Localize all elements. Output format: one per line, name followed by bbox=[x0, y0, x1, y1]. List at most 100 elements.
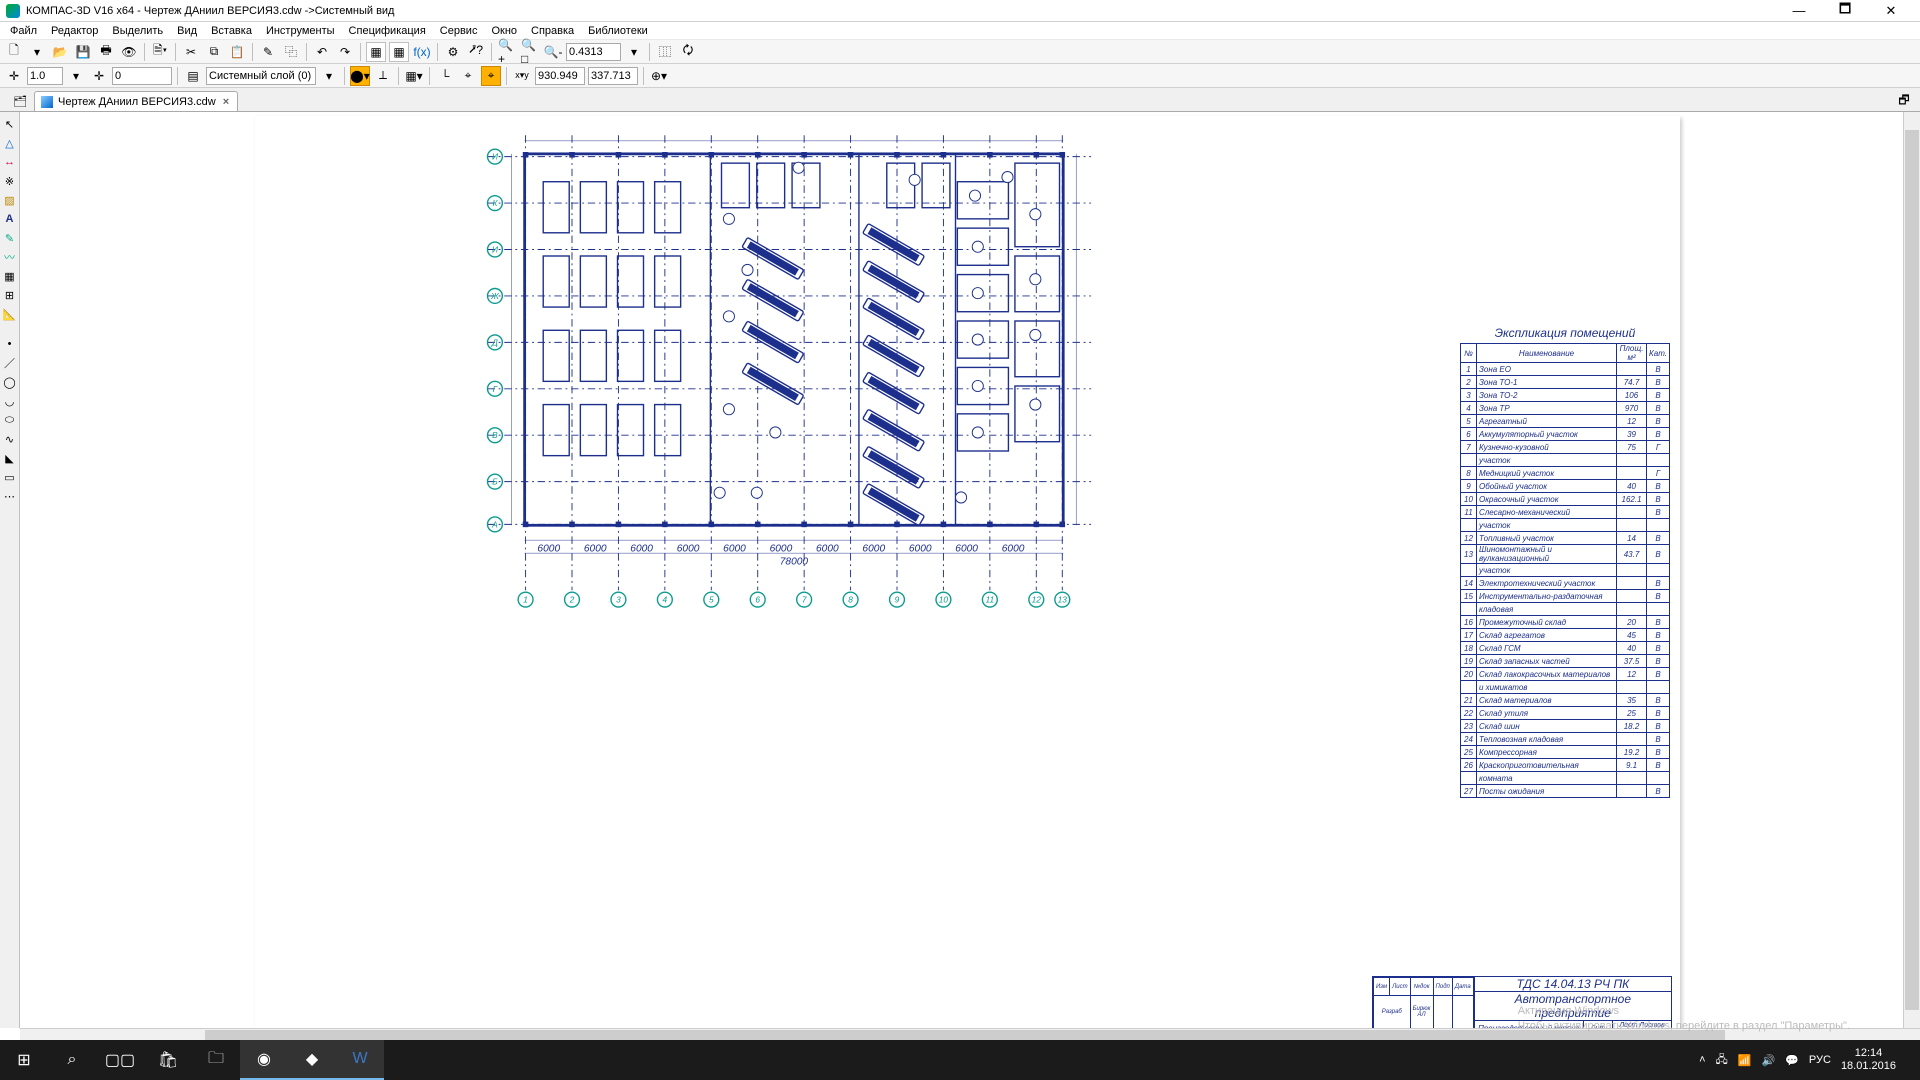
snap-enable-icon[interactable]: ⌖ bbox=[458, 66, 478, 86]
tray-language[interactable]: РУС bbox=[1809, 1054, 1831, 1066]
round-icon[interactable]: ⊕▾ bbox=[649, 66, 669, 86]
copy-icon[interactable]: ⧉ bbox=[204, 42, 224, 62]
open-icon[interactable]: 📂 bbox=[50, 42, 70, 62]
value-input[interactable] bbox=[112, 67, 172, 85]
zoom-input[interactable] bbox=[566, 43, 621, 61]
close-button[interactable]: ✕ bbox=[1868, 0, 1914, 22]
zoom-in-icon[interactable]: 🔍+ bbox=[497, 42, 517, 62]
vertical-scrollbar[interactable] bbox=[1903, 112, 1920, 1028]
view1-icon[interactable]: ⿲ bbox=[655, 42, 675, 62]
coord-x[interactable] bbox=[535, 67, 585, 85]
copy-props-icon[interactable]: ⿻ bbox=[281, 42, 301, 62]
hatch-tool-icon[interactable]: ▨ bbox=[2, 192, 18, 208]
word-icon[interactable]: W bbox=[336, 1040, 384, 1080]
dropdown-icon[interactable]: ▾ bbox=[27, 42, 47, 62]
document-tab[interactable]: Чертеж ДАниил ВЕРСИЯ3.cdw × bbox=[34, 91, 238, 111]
preview-icon[interactable]: 👁 bbox=[119, 42, 139, 62]
menu-spec[interactable]: Спецификация bbox=[343, 23, 432, 39]
tray-chevron-icon[interactable]: ˄ bbox=[1699, 1054, 1705, 1066]
explorer-icon[interactable]: 🗀 bbox=[192, 1040, 240, 1080]
style-color-icon[interactable]: ⬤▾ bbox=[350, 66, 370, 86]
lw-drop-icon[interactable]: ▾ bbox=[66, 66, 86, 86]
params-tool-icon[interactable]: ⊞ bbox=[2, 287, 18, 303]
select-tool-icon[interactable]: ↖ bbox=[2, 116, 18, 132]
explication-table: №НаименованиеПлощ. м²Кат.1Зона ЕОВ2Зона … bbox=[1460, 343, 1670, 798]
tray-notify-icon[interactable]: 💬 bbox=[1785, 1054, 1799, 1067]
menu-insert[interactable]: Вставка bbox=[205, 23, 258, 39]
redo-icon[interactable]: ↷ bbox=[335, 42, 355, 62]
vars-icon[interactable]: f(x) bbox=[412, 42, 432, 62]
layer-combo[interactable] bbox=[206, 67, 316, 85]
paste-icon[interactable]: 📋 bbox=[227, 42, 247, 62]
new-doc-icon[interactable]: 🗋 bbox=[4, 42, 24, 62]
explication-block: Экспликация помещений №НаименованиеПлощ.… bbox=[1460, 326, 1670, 798]
tray-clock[interactable]: 12:14 18.01.2016 bbox=[1841, 1047, 1896, 1073]
zoom-out-icon[interactable]: 🔍- bbox=[543, 42, 563, 62]
zoom-fit-icon[interactable]: 🔍□ bbox=[520, 42, 540, 62]
point-tool-icon[interactable]: • bbox=[2, 336, 18, 352]
store-icon[interactable]: 🛍 bbox=[144, 1040, 192, 1080]
gear-icon[interactable]: ⚙ bbox=[443, 42, 463, 62]
menu-help[interactable]: Справка bbox=[525, 23, 580, 39]
print-icon[interactable]: 🖶 bbox=[96, 42, 116, 62]
ortho-icon[interactable]: ⟂ bbox=[373, 66, 393, 86]
lcs-icon[interactable]: └ bbox=[435, 66, 455, 86]
menu-select[interactable]: Выделить bbox=[106, 23, 169, 39]
menu-service[interactable]: Сервис bbox=[434, 23, 484, 39]
text-tool-icon[interactable]: А bbox=[2, 211, 18, 227]
dims-tool-icon[interactable]: ↔ bbox=[2, 154, 18, 170]
menu-edit[interactable]: Редактор bbox=[45, 23, 104, 39]
symbols-tool-icon[interactable]: ※ bbox=[2, 173, 18, 189]
snap-toggle-icon[interactable]: ⌖ bbox=[481, 66, 501, 86]
layer-icon[interactable]: ▤ bbox=[183, 66, 203, 86]
maximize-button[interactable]: 🗖 bbox=[1822, 0, 1868, 22]
menu-window[interactable]: Окно bbox=[485, 23, 523, 39]
arc-tool-icon[interactable]: ◡ bbox=[2, 393, 18, 409]
circle-tool-icon[interactable]: ◯ bbox=[2, 374, 18, 390]
table-tool-icon[interactable]: ▦ bbox=[2, 268, 18, 284]
cut-icon[interactable]: ✂ bbox=[181, 42, 201, 62]
step-icon[interactable]: ✛ bbox=[89, 66, 109, 86]
refresh-icon[interactable]: 🗘 bbox=[678, 42, 698, 62]
menu-file[interactable]: Файл bbox=[4, 23, 43, 39]
tray-network-icon[interactable]: 🖧 bbox=[1716, 1051, 1728, 1070]
doc-manager-icon[interactable]: 🗎▾ bbox=[150, 42, 170, 62]
tab-close-icon[interactable]: × bbox=[221, 96, 231, 108]
chrome-icon[interactable]: ◉ bbox=[240, 1040, 288, 1080]
mgr2-icon[interactable]: ▦ bbox=[389, 42, 409, 62]
start-button[interactable]: ⊞ bbox=[0, 1040, 48, 1080]
mgr1-icon[interactable]: ▦ bbox=[366, 42, 386, 62]
menu-libs[interactable]: Библиотеки bbox=[582, 23, 654, 39]
chamfer-tool-icon[interactable]: ◣ bbox=[2, 450, 18, 466]
ellipse-tool-icon[interactable]: ⬭ bbox=[2, 412, 18, 428]
coord-y[interactable] bbox=[588, 67, 638, 85]
snap-xy-icon[interactable]: ✛ bbox=[4, 66, 24, 86]
undo-icon[interactable]: ↶ bbox=[312, 42, 332, 62]
bezier-tool-icon[interactable]: ∿ bbox=[2, 431, 18, 447]
save-icon[interactable]: 💾 bbox=[73, 42, 93, 62]
grid-icon[interactable]: ▦▾ bbox=[404, 66, 424, 86]
tray-wifi-icon[interactable]: 📶 bbox=[1738, 1054, 1752, 1067]
lineweight-input[interactable] bbox=[27, 67, 63, 85]
edit-tool-icon[interactable]: ✎ bbox=[2, 230, 18, 246]
zoom-drop-icon[interactable]: ▾ bbox=[624, 42, 644, 62]
tray-volume-icon[interactable]: 🔊 bbox=[1762, 1054, 1776, 1067]
menu-tools[interactable]: Инструменты bbox=[260, 23, 341, 39]
search-icon[interactable]: ⌕ bbox=[48, 1040, 96, 1080]
measure-tool-icon[interactable]: 📐 bbox=[2, 306, 18, 322]
tree-icon[interactable]: 🗂 bbox=[12, 93, 28, 109]
geom-tool-icon[interactable]: △ bbox=[2, 135, 18, 151]
layer-drop-icon[interactable]: ▾ bbox=[319, 66, 339, 86]
drawing-canvas[interactable]: И К И Ж Д Г В Б А 1 2 bbox=[20, 112, 1903, 1028]
help-cursor-icon[interactable]: ⭷? bbox=[466, 42, 486, 62]
minimize-button[interactable]: — bbox=[1776, 0, 1822, 22]
props-icon[interactable]: ✎ bbox=[258, 42, 278, 62]
kompas-task-icon[interactable]: ◆ bbox=[288, 1040, 336, 1080]
aux-tool-icon[interactable]: ⋯ bbox=[2, 488, 18, 504]
rect-tool-icon[interactable]: ▭ bbox=[2, 469, 18, 485]
taskview-icon[interactable]: ▢▢ bbox=[96, 1040, 144, 1080]
spline-tool-icon[interactable]: 〰 bbox=[2, 249, 18, 265]
restore-tab-icon[interactable]: 🗗 bbox=[1894, 91, 1914, 111]
line-tool-icon[interactable]: ／ bbox=[2, 355, 18, 371]
menu-view[interactable]: Вид bbox=[171, 23, 203, 39]
